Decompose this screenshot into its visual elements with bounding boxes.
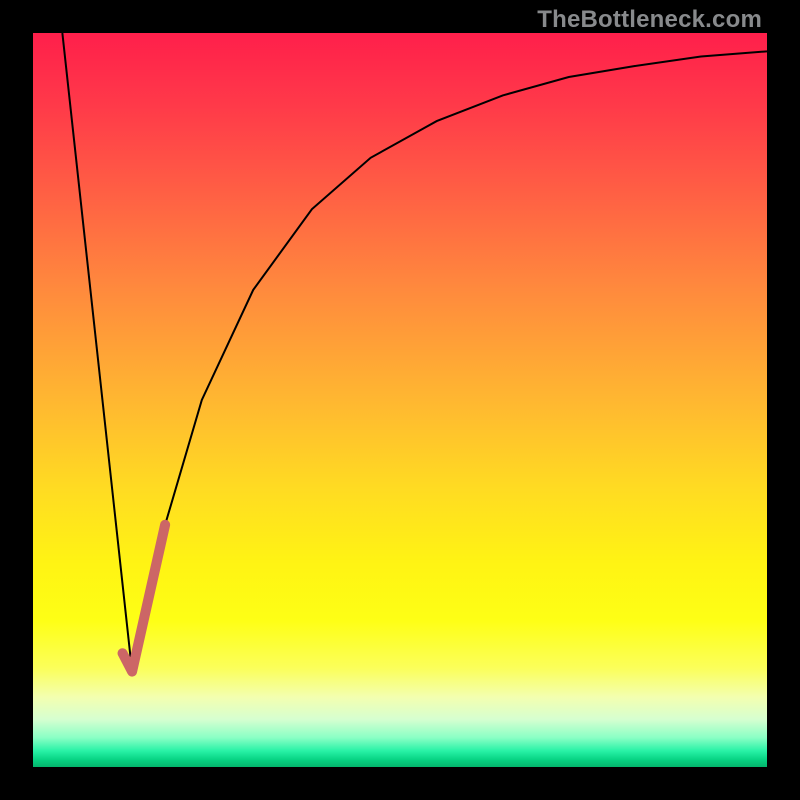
watermark-text: TheBottleneck.com [537,6,762,34]
curve-left-descent [62,33,132,672]
curve-right [132,51,767,671]
chart-frame: TheBottleneck.com [0,0,800,800]
curves-layer [33,33,767,767]
plot-area [33,33,767,767]
